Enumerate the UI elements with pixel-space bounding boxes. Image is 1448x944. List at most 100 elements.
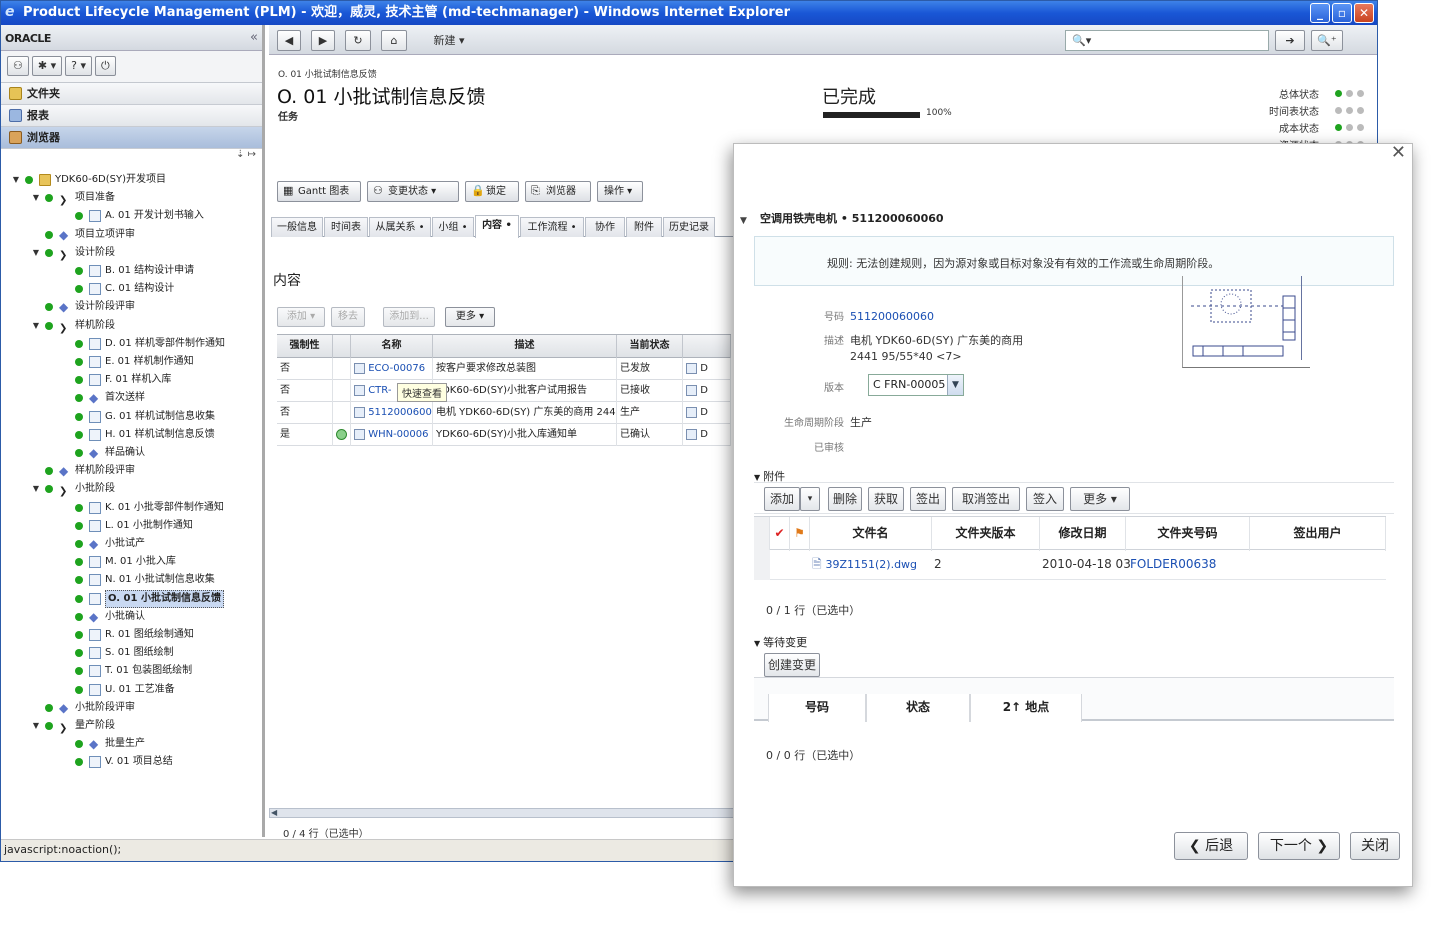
drawing-thumbnail[interactable] <box>1182 276 1310 368</box>
search-input[interactable]: 🔍▾ <box>1065 30 1269 51</box>
tree-node[interactable]: C. 01 结构设计 <box>1 280 259 298</box>
nav-section-browser[interactable]: 浏览器 <box>1 127 262 149</box>
checkin-button[interactable]: 签入 <box>1026 487 1064 511</box>
tree-node[interactable]: ▼ ❯ 量产阶段 <box>1 717 259 735</box>
close-dialog-button[interactable]: 关闭 <box>1350 832 1400 860</box>
tree-node[interactable]: U. 01 工艺准备 <box>1 681 259 699</box>
tree-node[interactable]: A. 01 开发计划书输入 <box>1 207 259 225</box>
col-modified-date[interactable]: 修改日期 <box>1040 517 1126 551</box>
tree-node[interactable]: H. 01 样机试制信息反馈 <box>1 426 259 444</box>
tree-node[interactable]: V. 01 项目总结 <box>1 753 259 771</box>
add-menu-button[interactable]: 添加 ▾ <box>277 307 325 327</box>
tree-node[interactable]: ▼ ❯ 项目准备 <box>1 189 259 207</box>
tree-node[interactable]: ◆ 小批试产 <box>1 535 259 553</box>
tree-node[interactable]: E. 01 样机制作通知 <box>1 353 259 371</box>
tree-node[interactable]: ▼ ❯ 设计阶段 <box>1 244 259 262</box>
object-link[interactable]: WHN-00006 <box>368 429 428 440</box>
next-button[interactable]: 下一个 ❯ <box>1258 832 1340 860</box>
row-selector[interactable] <box>754 550 770 580</box>
delete-button[interactable]: 删除 <box>828 487 862 511</box>
expand-toggle-icon[interactable]: ▼ <box>31 189 41 207</box>
browser-button[interactable]: ⎘ 浏览器 <box>525 181 591 202</box>
logout-button[interactable]: ⏻ <box>94 56 116 76</box>
tab-1[interactable]: 时间表 <box>324 217 368 237</box>
col-folder-number[interactable]: 文件夹号码 <box>1126 517 1250 551</box>
expand-toggle-icon[interactable]: ▼ <box>31 717 41 735</box>
tree-node[interactable]: ◆ 首次送样 <box>1 389 259 407</box>
settings-menu-button[interactable]: ✱ ▾ <box>31 56 63 76</box>
help-menu-button[interactable]: ? ▾ <box>65 56 92 76</box>
column-header[interactable]: 描述 <box>433 335 617 359</box>
tree-node[interactable]: S. 01 图纸绘制 <box>1 644 259 662</box>
new-menu-button[interactable]: 新建 ▾ <box>425 30 473 51</box>
undo-checkout-button[interactable]: 取消签出 <box>952 487 1020 511</box>
col-checkout-user[interactable]: 签出用户 <box>1250 517 1386 551</box>
collapse-pane-icon[interactable]: « <box>250 30 258 45</box>
tree-node[interactable]: N. 01 小批试制信息收集 <box>1 571 259 589</box>
tab-5[interactable]: 工作流程 • <box>520 217 584 237</box>
home-button[interactable]: ⌂ <box>381 30 407 51</box>
add-dropdown-button[interactable]: ▾ <box>800 487 820 511</box>
search-go-button[interactable]: ➔ <box>1275 30 1305 51</box>
col-folder-version[interactable]: 文件夹版本 <box>932 517 1040 551</box>
tree-node[interactable]: ◆ 样机阶段评审 <box>1 462 259 480</box>
refresh-button[interactable]: ↻ <box>345 30 371 51</box>
nav-section-folders[interactable]: 文件夹 <box>1 83 262 105</box>
chevron-down-icon[interactable]: ▼ <box>947 375 963 395</box>
tree-node[interactable]: ▼ ❯ 样机阶段 <box>1 317 259 335</box>
col-status[interactable]: 状态 <box>866 694 970 722</box>
gantt-button[interactable]: ▦ Gantt 图表 <box>277 181 361 202</box>
get-button[interactable]: 获取 <box>868 487 904 511</box>
tree-node[interactable]: ▼ YDK60-6D(SY)开发项目 <box>1 171 259 189</box>
tab-4[interactable]: 内容 • <box>475 215 519 238</box>
column-header[interactable] <box>333 335 351 359</box>
tab-7[interactable]: 附件 <box>626 217 662 237</box>
expand-toggle-icon[interactable]: ▼ <box>31 480 41 498</box>
more-menu-button[interactable]: 更多 ▾ <box>445 307 495 327</box>
tree-node[interactable]: ◆ 小批阶段评审 <box>1 699 259 717</box>
table-row[interactable]: 🗎 39Z1151(2).dwg 2 2010-04-18 03 FOLDER0… <box>754 550 1386 580</box>
folder-link[interactable]: FOLDER00638 <box>1130 557 1216 571</box>
tree-node[interactable]: O. 01 小批试制信息反馈 <box>1 589 259 608</box>
object-link[interactable]: 511200060060 <box>368 407 432 418</box>
col-number[interactable]: 号码 <box>768 694 866 722</box>
lock-button[interactable]: 🔒 锁定 <box>465 181 519 202</box>
close-window-button[interactable]: ✕ <box>1354 3 1374 23</box>
tab-6[interactable]: 协作 <box>585 217 625 237</box>
scroll-left-icon[interactable]: ◀ <box>271 808 277 817</box>
breadcrumb[interactable]: O. 01 小批试制信息反馈 <box>278 67 377 80</box>
horizontal-scrollbar[interactable]: ◀ <box>269 808 739 818</box>
table-row[interactable]: 否 511200060060电机 YDK60-6D(SY) 广东美的商用 244… <box>277 402 731 424</box>
tree-node[interactable]: M. 01 小批入库 <box>1 553 259 571</box>
change-status-button[interactable]: ⚇ 变更状态 ▾ <box>367 181 459 202</box>
col-filename[interactable]: 文件名 <box>810 517 932 551</box>
tree-node[interactable]: ◆ 项目立项评审 <box>1 226 259 244</box>
tree-tools[interactable]: ⇣ ↦ <box>1 149 262 169</box>
minimize-button[interactable]: _ <box>1310 3 1330 23</box>
tree-node[interactable]: ◆ 设计阶段评审 <box>1 298 259 316</box>
tree-node[interactable]: ◆ 批量生产 <box>1 735 259 753</box>
column-header[interactable]: 名称 <box>351 335 433 359</box>
add-attachment-button[interactable]: 添加 <box>764 487 800 511</box>
collapse-triangle-icon[interactable]: ▼ <box>740 216 747 226</box>
tree-node[interactable]: ▼ ❯ 小批阶段 <box>1 480 259 498</box>
user-menu-button[interactable]: ⚇ <box>7 56 29 76</box>
col-location[interactable]: 2↑ 地点 <box>970 694 1082 722</box>
tree-node[interactable]: ◆ 小批确认 <box>1 608 259 626</box>
tree-node[interactable]: G. 01 样机试制信息收集 <box>1 408 259 426</box>
tree-node[interactable]: L. 01 小批制作通知 <box>1 517 259 535</box>
pending-changes-header[interactable]: ▼ 等待变更 <box>754 634 807 650</box>
create-change-button[interactable]: 创建变更 <box>764 653 820 677</box>
table-row[interactable]: 否 CTR- YDK60-6D(SY)小批客户试用报告 已接收 D <box>277 380 731 402</box>
tree-node[interactable]: F. 01 样机入库 <box>1 371 259 389</box>
tab-3[interactable]: 小组 • <box>432 217 474 237</box>
expand-toggle-icon[interactable]: ▼ <box>31 244 41 262</box>
expand-toggle-icon[interactable]: ▼ <box>11 171 21 189</box>
tree-node[interactable]: K. 01 小批零部件制作通知 <box>1 499 259 517</box>
more-button[interactable]: 更多 ▾ <box>1070 487 1130 511</box>
file-link[interactable]: 39Z1151(2).dwg <box>825 558 917 571</box>
table-row[interactable]: 是 WHN-00006 YDK60-6D(SY)小批入库通知单 已确认 D <box>277 424 731 446</box>
close-icon[interactable]: ✕ <box>1391 144 1406 163</box>
expand-toggle-icon[interactable]: ▼ <box>31 317 41 335</box>
column-header[interactable]: 当前状态 <box>617 335 683 359</box>
